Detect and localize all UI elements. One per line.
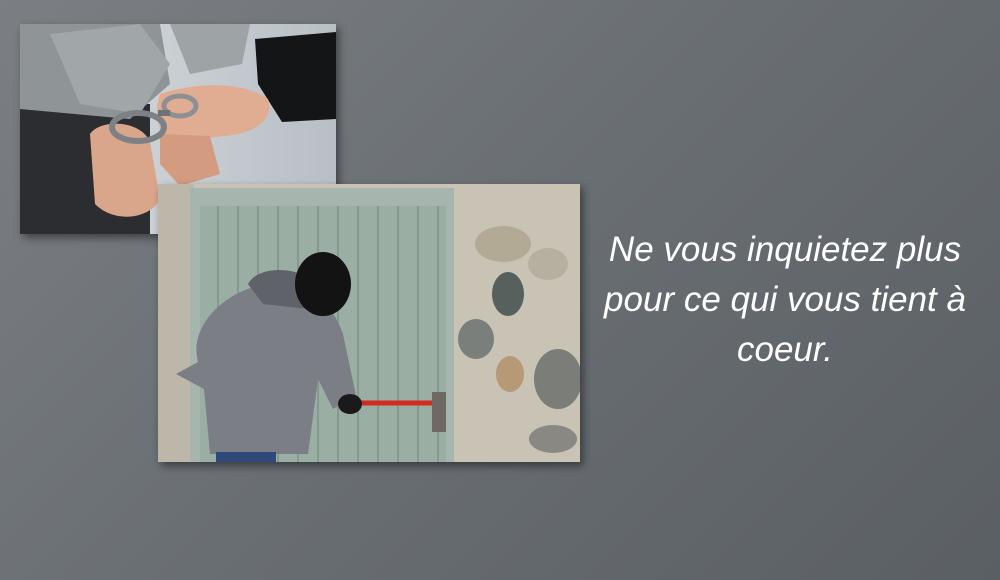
- burglar-photo: [158, 184, 580, 462]
- caption-line-3: coeur.: [737, 330, 833, 369]
- slide: Ne vous inquietez plus pour ce qui vous …: [0, 0, 1000, 580]
- caption-line-2: pour ce qui vous tient à: [604, 280, 966, 319]
- slide-caption: Ne vous inquietez plus pour ce qui vous …: [584, 225, 986, 375]
- caption-line-1: Ne vous inquietez plus: [608, 230, 962, 269]
